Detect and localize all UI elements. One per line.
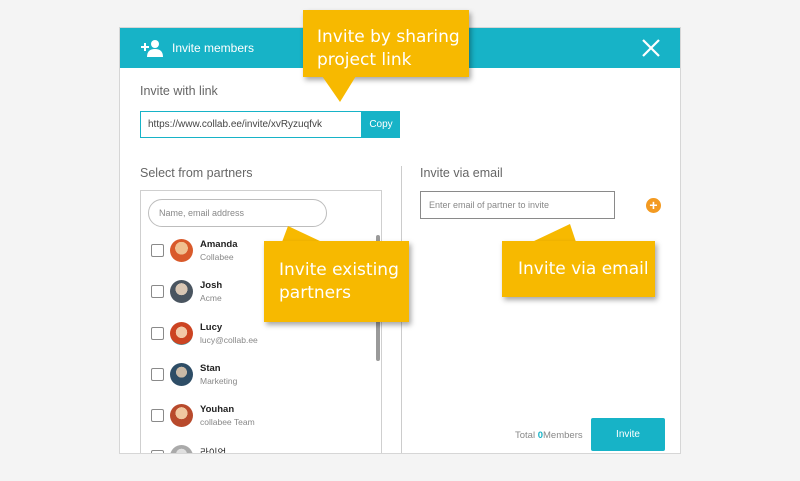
partner-item-youhan[interactable]: Youhan collabee Team (151, 401, 351, 431)
partners-list: Name, email address Amanda Collabee Josh… (140, 190, 382, 454)
partner-name: Youhan (200, 404, 235, 415)
invite-with-link-label: Invite with link (140, 84, 218, 98)
add-person-icon (141, 40, 163, 57)
avatar (170, 404, 193, 427)
avatar (170, 445, 193, 453)
invite-via-email-label: Invite via email (420, 166, 503, 180)
partner-checkbox[interactable] (151, 368, 164, 381)
partner-checkbox[interactable] (151, 327, 164, 340)
invite-link-field[interactable]: https://www.collab.ee/invite/xvRyzuqfvk (140, 111, 362, 138)
invite-button[interactable]: Invite (591, 418, 665, 451)
dialog-title: Invite members (172, 41, 255, 55)
partner-subtitle: Marketing (200, 376, 238, 386)
avatar (170, 280, 193, 303)
partner-checkbox[interactable] (151, 285, 164, 298)
avatar (170, 363, 193, 386)
partner-subtitle: lucy@collab.ee (200, 335, 258, 345)
partner-subtitle: collabee Team (200, 417, 255, 427)
total-members-count: Total 0Members (515, 430, 583, 441)
partner-item-stan[interactable]: Stan Marketing (151, 360, 351, 390)
partner-name: Amanda (200, 239, 238, 250)
callout-existing-partners: Invite existing partners (264, 241, 409, 322)
add-email-button[interactable]: + (646, 198, 661, 213)
avatar (170, 322, 193, 345)
callout-share-link: Invite by sharing project link (303, 10, 469, 77)
partner-name: Stan (200, 363, 221, 374)
partner-checkbox[interactable] (151, 409, 164, 422)
callout-invite-via-email: Invite via email (502, 241, 655, 297)
partner-item-ryan[interactable]: 라이언 (151, 442, 351, 454)
partner-email-field[interactable]: Enter email of partner to invite (420, 191, 615, 219)
partner-checkbox[interactable] (151, 450, 164, 453)
callout-email-text: Invite via email (518, 259, 649, 279)
partner-name: 라이언 (200, 448, 227, 454)
partner-checkbox[interactable] (151, 244, 164, 257)
callout-share-link-text: Invite by sharing project link (317, 27, 460, 70)
copy-link-button[interactable]: Copy (362, 111, 400, 138)
avatar (170, 239, 193, 262)
select-partners-label: Select from partners (140, 166, 253, 180)
total-suffix: Members (543, 430, 583, 441)
total-prefix: Total (515, 430, 538, 441)
callout-existing-text: Invite existing partners (279, 260, 399, 303)
callout-share-link-tail (322, 76, 356, 102)
close-icon[interactable] (640, 37, 662, 59)
partner-name: Lucy (200, 322, 223, 333)
partner-name: Josh (200, 280, 223, 291)
partner-search-input[interactable]: Name, email address (148, 199, 327, 227)
partner-item-lucy[interactable]: Lucy lucy@collab.ee (151, 319, 351, 349)
partner-subtitle: Acme (200, 293, 222, 303)
partner-subtitle: Collabee (200, 252, 234, 262)
